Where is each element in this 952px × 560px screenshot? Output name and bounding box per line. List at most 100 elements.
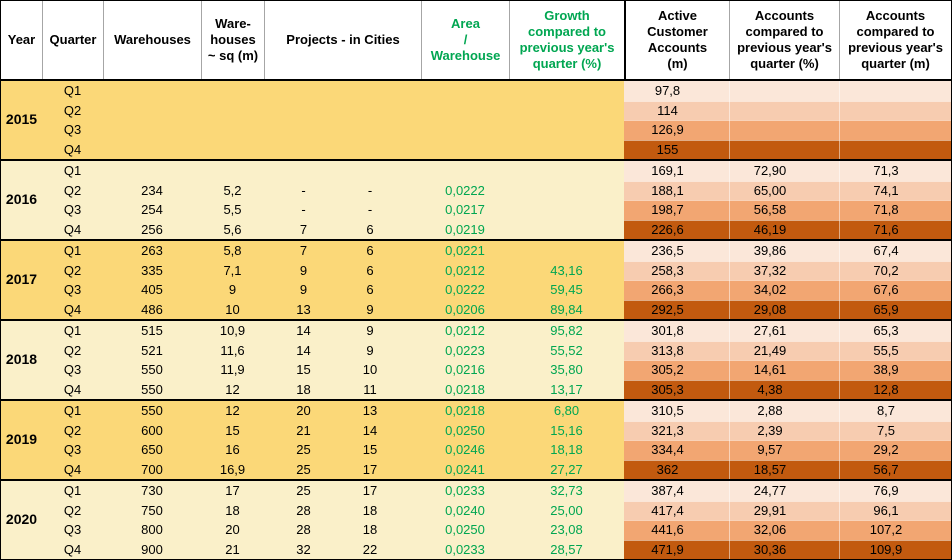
area-per-warehouse-cell: 0,0222 xyxy=(421,280,509,300)
warehouses-cell xyxy=(103,81,201,101)
projects-cell: - xyxy=(264,180,343,200)
accounts-m-cell: 55,5 xyxy=(839,340,951,360)
area-per-warehouse-cell: 0,0240 xyxy=(421,500,509,520)
active-accounts-cell: 226,6 xyxy=(624,219,729,239)
accounts-pct-cell: 34,02 xyxy=(729,280,839,300)
warehouses-cell: 650 xyxy=(103,440,201,460)
warehouses-cell: 515 xyxy=(103,321,201,341)
cities-cell: 13 xyxy=(343,401,421,421)
cities-cell: 9 xyxy=(343,299,421,319)
active-accounts-cell: 198,7 xyxy=(624,200,729,220)
warehouse-area-cell: 12 xyxy=(201,401,264,421)
accounts-m-cell xyxy=(839,139,951,159)
accounts-m-cell: 29,2 xyxy=(839,440,951,460)
warehouses-cell: 254 xyxy=(103,200,201,220)
growth-cell: 28,57 xyxy=(509,539,624,559)
area-per-warehouse-cell: 0,0217 xyxy=(421,200,509,220)
projects-cell xyxy=(264,161,343,181)
area-per-warehouse-cell xyxy=(421,81,509,101)
year-cell: 2018 xyxy=(1,321,42,399)
accounts-pct-cell: 27,61 xyxy=(729,321,839,341)
warehouses-cell xyxy=(103,139,201,159)
warehouses-cell: 335 xyxy=(103,260,201,280)
warehouses-cell: 550 xyxy=(103,379,201,399)
projects-cell: 13 xyxy=(264,299,343,319)
accounts-m-cell: 65,9 xyxy=(839,299,951,319)
warehouse-area-cell: 12 xyxy=(201,379,264,399)
active-accounts-cell: 334,4 xyxy=(624,440,729,460)
growth-cell: 15,16 xyxy=(509,420,624,440)
accounts-pct-cell: 29,08 xyxy=(729,299,839,319)
warehouse-area-cell: 10 xyxy=(201,299,264,319)
col-header-accounts-m: Accounts compared to previous year's qua… xyxy=(839,1,951,79)
warehouses-cell: 486 xyxy=(103,299,201,319)
cities-cell: - xyxy=(343,180,421,200)
cities-cell: - xyxy=(343,200,421,220)
accounts-m-cell: 76,9 xyxy=(839,481,951,501)
active-accounts-cell: 114 xyxy=(624,100,729,120)
quarter-cell: Q4 xyxy=(42,299,103,319)
quarter-cell: Q1 xyxy=(42,481,103,501)
warehouse-area-cell xyxy=(201,161,264,181)
growth-cell: 27,27 xyxy=(509,459,624,479)
col-header-active-accounts: Active Customer Accounts (m) xyxy=(624,1,729,79)
projects-cell: 18 xyxy=(264,379,343,399)
projects-cell: 7 xyxy=(264,219,343,239)
warehouse-area-cell: 16 xyxy=(201,440,264,460)
cities-cell xyxy=(343,100,421,120)
accounts-m-cell: 71,6 xyxy=(839,219,951,239)
warehouses-cell: 700 xyxy=(103,459,201,479)
warehouse-area-cell: 5,5 xyxy=(201,200,264,220)
warehouse-area-cell xyxy=(201,120,264,140)
growth-cell xyxy=(509,219,624,239)
area-per-warehouse-cell: 0,0216 xyxy=(421,360,509,380)
projects-cell xyxy=(264,100,343,120)
cities-cell: 15 xyxy=(343,440,421,460)
active-accounts-cell: 169,1 xyxy=(624,161,729,181)
active-accounts-cell: 155 xyxy=(624,139,729,159)
accounts-m-cell: 71,8 xyxy=(839,200,951,220)
area-per-warehouse-cell: 0,0246 xyxy=(421,440,509,460)
cities-cell: 6 xyxy=(343,219,421,239)
growth-cell xyxy=(509,139,624,159)
projects-cell: 14 xyxy=(264,340,343,360)
warehouses-cell xyxy=(103,120,201,140)
accounts-m-cell xyxy=(839,81,951,101)
accounts-m-cell: 96,1 xyxy=(839,500,951,520)
accounts-m-cell: 56,7 xyxy=(839,459,951,479)
accounts-pct-cell: 4,38 xyxy=(729,379,839,399)
quarter-cell: Q3 xyxy=(42,520,103,540)
warehouse-area-cell: 7,1 xyxy=(201,260,264,280)
year-group-2020: 2020 Q1 730 17 25 17 0,0233 32,73 387,4 24,77 76,9… xyxy=(1,481,951,559)
quarter-cell: Q1 xyxy=(42,241,103,261)
quarter-cell: Q1 xyxy=(42,161,103,181)
cities-cell xyxy=(343,161,421,181)
projects-cell: 14 xyxy=(264,321,343,341)
projects-cell xyxy=(264,81,343,101)
accounts-m-cell: 109,9 xyxy=(839,539,951,559)
accounts-pct-cell: 37,32 xyxy=(729,260,839,280)
active-accounts-cell: 301,8 xyxy=(624,321,729,341)
year-cell: 2015 xyxy=(1,81,42,159)
accounts-pct-cell xyxy=(729,81,839,101)
active-accounts-cell: 362 xyxy=(624,459,729,479)
area-per-warehouse-cell: 0,0221 xyxy=(421,241,509,261)
projects-cell: 15 xyxy=(264,360,343,380)
growth-cell: 23,08 xyxy=(509,520,624,540)
active-accounts-cell: 305,3 xyxy=(624,379,729,399)
accounts-m-cell: 38,9 xyxy=(839,360,951,380)
col-header-year: Year xyxy=(7,32,36,48)
quarter-cell: Q2 xyxy=(42,100,103,120)
cities-cell: 17 xyxy=(343,481,421,501)
quarter-cell: Q3 xyxy=(42,360,103,380)
accounts-pct-cell: 65,00 xyxy=(729,180,839,200)
area-per-warehouse-cell: 0,0218 xyxy=(421,401,509,421)
warehouses-cell: 263 xyxy=(103,241,201,261)
active-accounts-cell: 321,3 xyxy=(624,420,729,440)
active-accounts-cell: 258,3 xyxy=(624,260,729,280)
accounts-m-cell: 67,6 xyxy=(839,280,951,300)
growth-cell: 18,18 xyxy=(509,440,624,460)
accounts-pct-cell: 46,19 xyxy=(729,219,839,239)
warehouses-cell: 900 xyxy=(103,539,201,559)
growth-cell xyxy=(509,161,624,181)
